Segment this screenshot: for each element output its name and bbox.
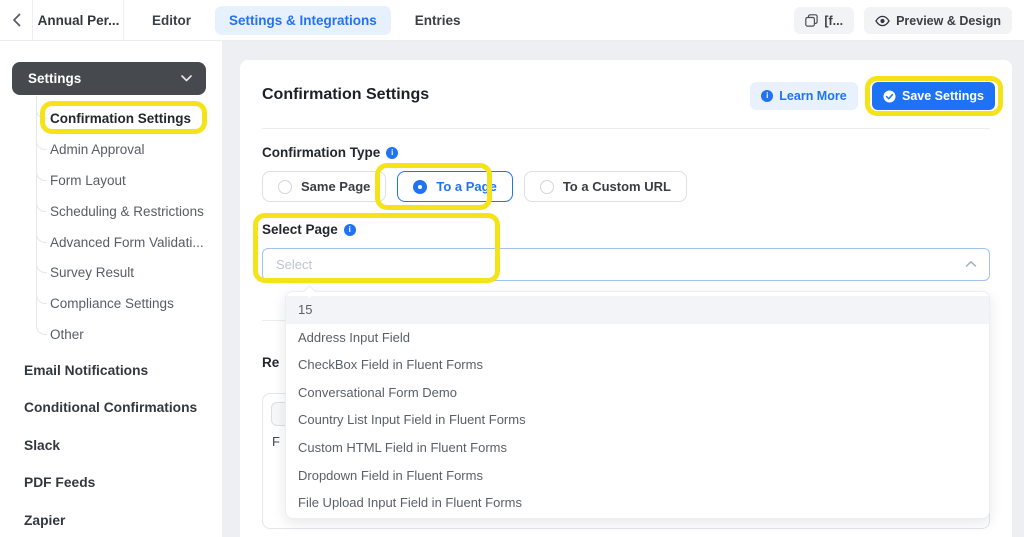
select-page-input[interactable] (276, 249, 956, 280)
sidebar-item-advanced-form-validation[interactable]: Advanced Form Validati... (50, 233, 204, 253)
preview-design-button[interactable]: Preview & Design (864, 7, 1012, 34)
dropdown-option[interactable]: Country List Input Field in Fluent Forms (286, 406, 989, 434)
radio-to-a-page[interactable]: To a Page (397, 171, 513, 202)
radio-same-page-label: Same Page (301, 179, 371, 194)
tree-elbow (36, 291, 47, 304)
info-icon: i (761, 90, 774, 102)
topbar-actions: [f... Preview & Design (794, 7, 1012, 34)
confirmation-type-text: Confirmation Type (262, 145, 381, 160)
tree-elbow (36, 199, 47, 212)
sidebar-item-scheduling-restrictions[interactable]: Scheduling & Restrictions (50, 202, 204, 222)
tree-elbow (36, 322, 47, 335)
sidebar-item-compliance-settings[interactable]: Compliance Settings (50, 294, 174, 314)
tree-elbow (36, 168, 47, 181)
info-icon: i (343, 223, 356, 236)
shortcode-label: [f... (824, 13, 844, 28)
select-page-label: Select Page i (262, 222, 356, 237)
header-divider (262, 128, 990, 129)
editor-text-partial: F (272, 434, 280, 449)
back-button[interactable] (0, 0, 33, 40)
radio-same-page[interactable]: Same Page (262, 171, 387, 202)
chevron-left-icon (12, 13, 21, 27)
tree-elbow (36, 137, 47, 150)
check-circle-icon (883, 90, 896, 103)
sidebar-item-form-layout[interactable]: Form Layout (50, 171, 126, 191)
redirect-section-label-partial: Re (262, 355, 280, 370)
dropdown-option[interactable]: Conversational Form Demo (286, 379, 989, 407)
sidebar-item-conditional-confirmations[interactable]: Conditional Confirmations (24, 398, 197, 418)
sidebar-item-admin-approval[interactable]: Admin Approval (50, 140, 145, 160)
preview-design-label: Preview & Design (896, 13, 1001, 28)
tree-elbow (36, 106, 47, 119)
top-bar: Annual Per... Editor Settings & Integrat… (0, 0, 1024, 41)
confirmation-type-options: Same Page To a Page To a Custom URL (262, 171, 687, 202)
sidebar-item-slack[interactable]: Slack (24, 436, 60, 456)
confirmation-type-label: Confirmation Type i (262, 145, 399, 160)
radio-to-custom-url[interactable]: To a Custom URL (523, 171, 687, 202)
radio-circle-icon (413, 179, 428, 194)
radio-to-a-page-label: To a Page (436, 179, 497, 194)
sidebar-settings-header[interactable]: Settings (12, 62, 206, 95)
fluent-forms-settings-page: Annual Per... Editor Settings & Integrat… (0, 0, 1024, 537)
dropdown-option[interactable]: File Upload Input Field in Fluent Forms (286, 489, 989, 517)
chevron-down-icon (181, 75, 192, 82)
dropdown-option[interactable]: CheckBox Field in Fluent Forms (286, 351, 989, 379)
sidebar-item-other[interactable]: Other (50, 325, 84, 345)
radio-circle-icon (539, 179, 554, 194)
sidebar-item-survey-result[interactable]: Survey Result (50, 263, 134, 283)
dropdown-option[interactable]: Custom HTML Field in Fluent Forms (286, 434, 989, 462)
tree-elbow (36, 260, 47, 273)
select-page-text: Select Page (262, 222, 338, 237)
sidebar-item-email-notifications[interactable]: Email Notifications (24, 361, 148, 381)
select-page-options-list: 15 Address Input Field CheckBox Field in… (285, 291, 990, 519)
page-title: Confirmation Settings (262, 86, 430, 103)
info-icon: i (386, 146, 399, 159)
learn-more-button[interactable]: i Learn More (750, 82, 858, 110)
radio-circle-icon (278, 179, 292, 194)
copy-icon (805, 14, 819, 27)
tree-connector-line (36, 96, 37, 324)
dropdown-option[interactable]: Dropdown Field in Fluent Forms (286, 462, 989, 490)
select-page-dropdown[interactable] (262, 248, 990, 281)
tab-entries[interactable]: Entries (401, 6, 475, 35)
sidebar-item-zapier[interactable]: Zapier (24, 511, 65, 531)
learn-more-label: Learn More (779, 89, 847, 103)
sidebar-item-confirmation-settings[interactable]: Confirmation Settings (50, 109, 191, 129)
dropdown-option[interactable]: 15 (286, 296, 989, 324)
save-settings-button[interactable]: Save Settings (872, 82, 995, 110)
settings-header-label: Settings (28, 71, 82, 86)
eye-icon (875, 15, 890, 27)
shortcode-button[interactable]: [f... (794, 7, 855, 34)
radio-to-custom-url-label: To a Custom URL (562, 179, 671, 194)
chevron-up-icon (965, 260, 977, 268)
form-title: Annual Per... (34, 0, 124, 40)
sidebar-item-pdf-feeds[interactable]: PDF Feeds (24, 473, 95, 493)
tree-elbow (36, 230, 47, 243)
tab-settings-integrations[interactable]: Settings & Integrations (215, 5, 391, 35)
tab-bar: Editor Settings & Integrations Entries (138, 0, 475, 40)
tab-editor[interactable]: Editor (138, 6, 205, 35)
settings-sidebar: Settings Confirmation Settings Admin App… (0, 41, 222, 537)
dropdown-option[interactable]: Address Input Field (286, 324, 989, 352)
save-settings-label: Save Settings (902, 89, 984, 103)
